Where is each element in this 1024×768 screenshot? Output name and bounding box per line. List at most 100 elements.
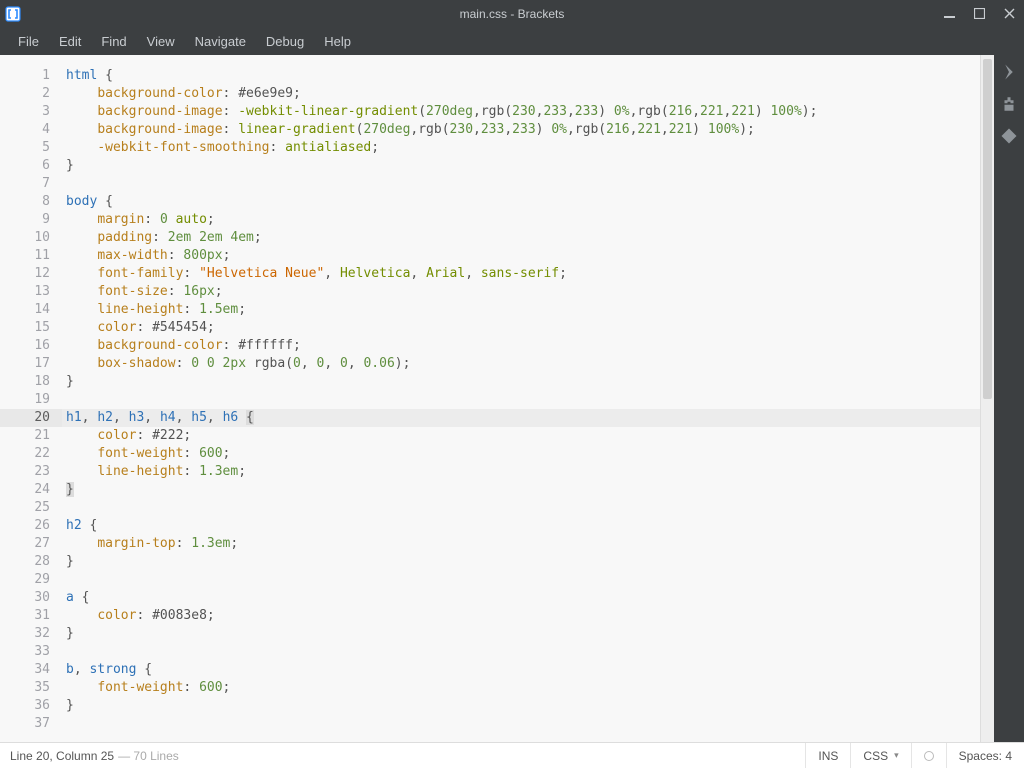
line-number-gutter[interactable]: 1234567891011121314151617181920212223242… <box>0 55 62 742</box>
code-line[interactable]: font-weight: 600; <box>62 445 980 463</box>
line-number[interactable]: 12 <box>0 265 62 283</box>
line-number[interactable]: 16 <box>0 337 62 355</box>
menu-find[interactable]: Find <box>91 30 136 53</box>
vertical-scrollbar[interactable] <box>980 55 994 742</box>
line-number[interactable]: 11 <box>0 247 62 265</box>
line-number[interactable]: 36 <box>0 697 62 715</box>
menu-debug[interactable]: Debug <box>256 30 314 53</box>
code-area[interactable]: html { background-color: #e6e9e9; backgr… <box>62 55 980 742</box>
line-number[interactable]: 2 <box>0 85 62 103</box>
indent-settings[interactable]: Spaces: 4 <box>946 743 1024 768</box>
code-line[interactable]: } <box>62 373 980 391</box>
menu-file[interactable]: File <box>8 30 49 53</box>
line-number[interactable]: 20 <box>0 409 62 427</box>
line-number[interactable]: 5 <box>0 139 62 157</box>
code-line[interactable]: color: #0083e8; <box>62 607 980 625</box>
code-line[interactable] <box>62 715 980 733</box>
code-line[interactable]: background-color: #ffffff; <box>62 337 980 355</box>
window-minimize-button[interactable] <box>934 0 964 27</box>
line-number[interactable]: 9 <box>0 211 62 229</box>
line-number[interactable]: 37 <box>0 715 62 733</box>
scrollbar-thumb[interactable] <box>983 59 992 399</box>
line-number[interactable]: 32 <box>0 625 62 643</box>
lint-status[interactable] <box>911 743 946 768</box>
line-number[interactable]: 14 <box>0 301 62 319</box>
code-line[interactable]: font-weight: 600; <box>62 679 980 697</box>
menu-help[interactable]: Help <box>314 30 361 53</box>
insert-mode-toggle[interactable]: INS <box>805 743 850 768</box>
line-number[interactable]: 3 <box>0 103 62 121</box>
line-number[interactable]: 4 <box>0 121 62 139</box>
code-line[interactable] <box>62 571 980 589</box>
live-preview-icon[interactable] <box>998 61 1020 83</box>
code-line[interactable]: max-width: 800px; <box>62 247 980 265</box>
line-number[interactable]: 1 <box>0 67 62 85</box>
code-line[interactable]: font-family: "Helvetica Neue", Helvetica… <box>62 265 980 283</box>
line-number[interactable]: 26 <box>0 517 62 535</box>
code-line[interactable]: margin-top: 1.3em; <box>62 535 980 553</box>
code-line[interactable] <box>62 391 980 409</box>
line-number[interactable]: 15 <box>0 319 62 337</box>
code-line[interactable]: color: #545454; <box>62 319 980 337</box>
window-title: main.css - Brackets <box>0 7 1024 21</box>
code-line[interactable]: background-image: linear-gradient(270deg… <box>62 121 980 139</box>
code-line[interactable]: } <box>62 553 980 571</box>
line-number[interactable]: 25 <box>0 499 62 517</box>
menu-view[interactable]: View <box>137 30 185 53</box>
code-line[interactable] <box>62 643 980 661</box>
code-line[interactable]: margin: 0 auto; <box>62 211 980 229</box>
circle-icon <box>924 751 934 761</box>
code-line[interactable]: box-shadow: 0 0 2px rgba(0, 0, 0, 0.06); <box>62 355 980 373</box>
line-number[interactable]: 34 <box>0 661 62 679</box>
code-line[interactable]: body { <box>62 193 980 211</box>
line-number[interactable]: 22 <box>0 445 62 463</box>
line-number[interactable]: 33 <box>0 643 62 661</box>
line-number[interactable]: 27 <box>0 535 62 553</box>
code-line[interactable]: line-height: 1.5em; <box>62 301 980 319</box>
line-number[interactable]: 7 <box>0 175 62 193</box>
code-editor[interactable]: 1234567891011121314151617181920212223242… <box>0 55 994 742</box>
line-number[interactable]: 30 <box>0 589 62 607</box>
code-line[interactable]: } <box>62 697 980 715</box>
code-line[interactable] <box>62 499 980 517</box>
code-line[interactable]: background-color: #e6e9e9; <box>62 85 980 103</box>
window-close-button[interactable] <box>994 0 1024 27</box>
code-line[interactable]: } <box>62 481 980 499</box>
code-line[interactable]: color: #222; <box>62 427 980 445</box>
line-number[interactable]: 19 <box>0 391 62 409</box>
code-line[interactable]: font-size: 16px; <box>62 283 980 301</box>
line-number[interactable]: 29 <box>0 571 62 589</box>
code-line[interactable]: b, strong { <box>62 661 980 679</box>
code-line[interactable]: h1, h2, h3, h4, h5, h6 { <box>62 409 980 427</box>
total-lines: — 70 Lines <box>118 749 179 763</box>
code-line[interactable]: line-height: 1.3em; <box>62 463 980 481</box>
window-maximize-button[interactable] <box>964 0 994 27</box>
line-number[interactable]: 23 <box>0 463 62 481</box>
line-number[interactable]: 13 <box>0 283 62 301</box>
code-line[interactable]: h2 { <box>62 517 980 535</box>
menu-edit[interactable]: Edit <box>49 30 91 53</box>
code-line[interactable]: -webkit-font-smoothing: antialiased; <box>62 139 980 157</box>
line-number[interactable]: 18 <box>0 373 62 391</box>
cursor-position[interactable]: Line 20, Column 25 <box>0 749 114 763</box>
line-number[interactable]: 28 <box>0 553 62 571</box>
code-line[interactable] <box>62 175 980 193</box>
code-line[interactable]: background-image: -webkit-linear-gradien… <box>62 103 980 121</box>
code-line[interactable]: padding: 2em 2em 4em; <box>62 229 980 247</box>
line-number[interactable]: 31 <box>0 607 62 625</box>
extension-manager-icon[interactable] <box>998 93 1020 115</box>
code-line[interactable]: } <box>62 625 980 643</box>
line-number[interactable]: 21 <box>0 427 62 445</box>
line-number[interactable]: 6 <box>0 157 62 175</box>
code-line[interactable]: } <box>62 157 980 175</box>
code-line[interactable]: a { <box>62 589 980 607</box>
plugin-icon[interactable] <box>998 125 1020 147</box>
line-number[interactable]: 17 <box>0 355 62 373</box>
code-line[interactable]: html { <box>62 67 980 85</box>
menu-navigate[interactable]: Navigate <box>185 30 256 53</box>
line-number[interactable]: 8 <box>0 193 62 211</box>
line-number[interactable]: 10 <box>0 229 62 247</box>
line-number[interactable]: 35 <box>0 679 62 697</box>
line-number[interactable]: 24 <box>0 481 62 499</box>
language-mode-selector[interactable]: CSS▾ <box>850 743 910 768</box>
